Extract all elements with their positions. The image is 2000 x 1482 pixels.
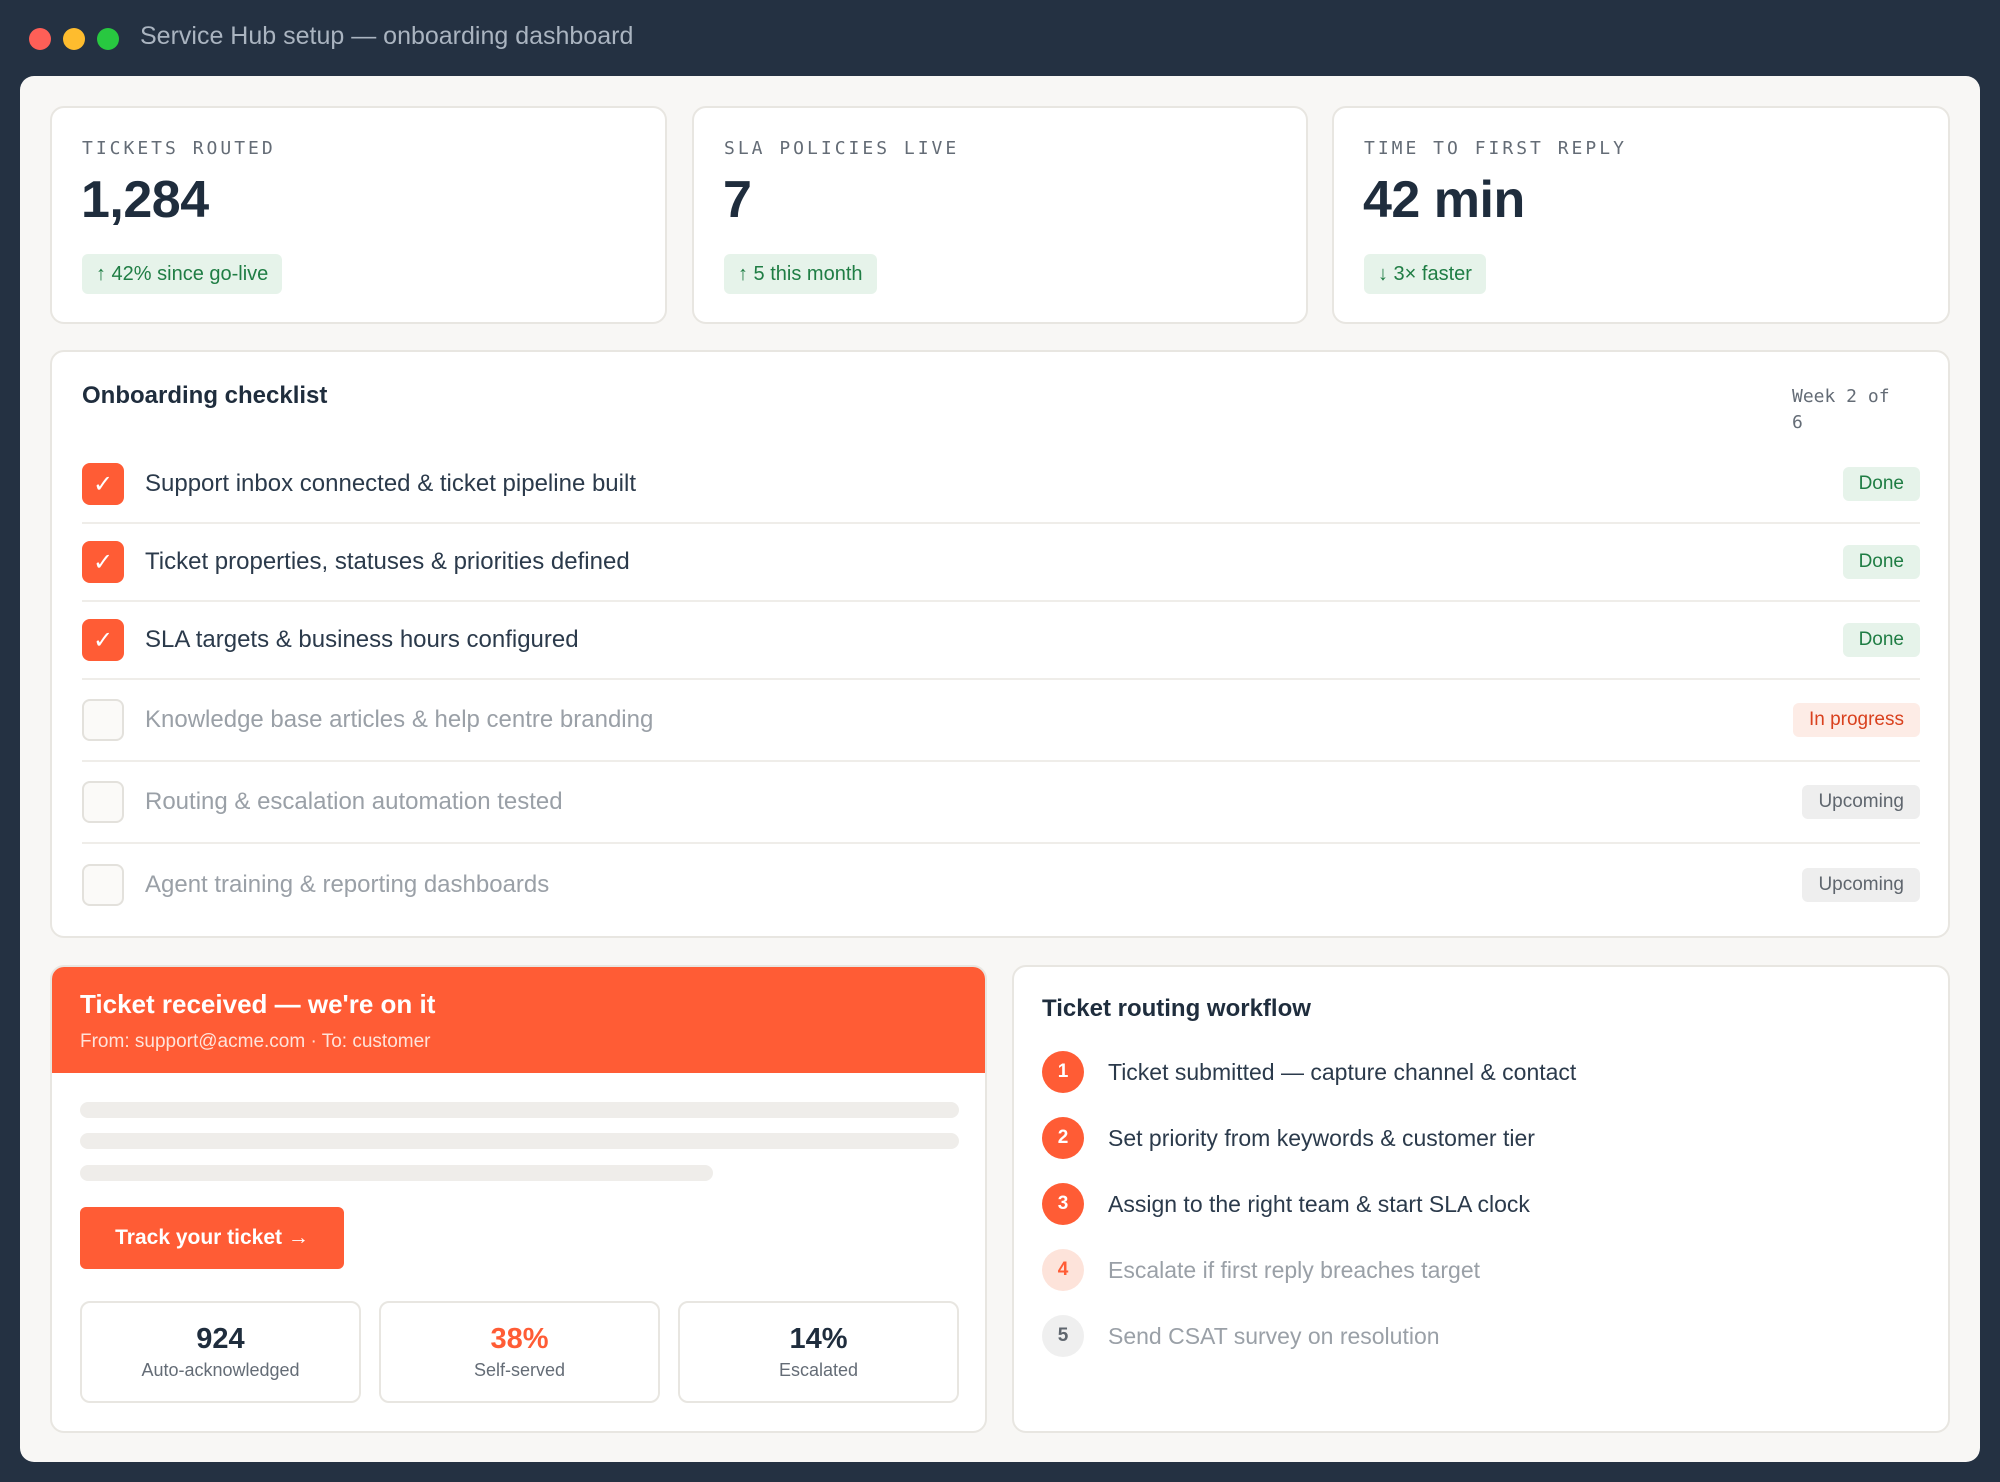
- checkbox-unchecked[interactable]: [82, 864, 124, 906]
- email-subject: Ticket received — we're on it: [80, 989, 436, 1019]
- window-title: Service Hub setup — onboarding dashboard: [140, 22, 634, 50]
- stat-delta-badge: ↑ 42% since go-live: [82, 254, 283, 294]
- step-label: Assign to the right team & start SLA clo…: [1108, 1190, 1530, 1217]
- week-indicator: Week 2 of 6: [1792, 386, 1890, 433]
- stat-delta-badge: ↓ 3× faster: [1364, 254, 1486, 294]
- stat-label: TICKETS ROUTED: [82, 138, 276, 159]
- metric-label: Auto-acknowledged: [141, 1360, 300, 1380]
- checklist-item[interactable]: ✓ Ticket properties, statuses & prioriti…: [82, 524, 1920, 602]
- checklist-item-label: Agent training & reporting dashboards: [145, 871, 550, 898]
- email-from-line: From: support@acme.com · To: customer: [80, 1031, 431, 1052]
- checkbox-unchecked[interactable]: [82, 781, 124, 823]
- stat-delta-badge: ↑ 5 this month: [724, 254, 877, 294]
- step-label: Set priority from keywords & customer ti…: [1108, 1124, 1535, 1151]
- metric-auto-acknowledged: 924 Auto-acknowledged: [80, 1301, 361, 1403]
- checklist-item[interactable]: Routing & escalation automation tested U…: [82, 762, 1920, 844]
- metric-escalated: 14% Escalated: [678, 1301, 959, 1403]
- routing-workflow-card: Ticket routing workflow 1 Ticket submitt…: [1012, 965, 1950, 1433]
- checklist-item-label: Support inbox connected & ticket pipelin…: [145, 470, 636, 497]
- metric-label: Self-served: [473, 1360, 566, 1380]
- title-bar: Service Hub setup — onboarding dashboard: [0, 0, 2000, 76]
- email-header: Ticket received — we're on it From: supp…: [52, 967, 985, 1073]
- checklist-title: Onboarding checklist: [82, 382, 328, 409]
- stat-value: 1,284: [81, 171, 209, 229]
- step-number: 1: [1042, 1051, 1084, 1093]
- step-label: Ticket submitted — capture channel & con…: [1108, 1058, 1577, 1085]
- stat-value: 7: [723, 171, 752, 229]
- checklist-item-label: Ticket properties, statuses & priorities…: [145, 548, 630, 575]
- metric-value: 38%: [490, 1323, 549, 1355]
- checklist-item[interactable]: Knowledge base articles & help centre br…: [82, 680, 1920, 762]
- status-badge-done: Done: [1842, 467, 1920, 501]
- step-label: Send CSAT survey on resolution: [1108, 1322, 1440, 1349]
- skeleton-line: [80, 1102, 959, 1118]
- minimize-window-button[interactable]: [63, 28, 85, 50]
- stat-card-tickets-routed: TICKETS ROUTED 1,284 ↑ 42% since go-live: [50, 106, 667, 324]
- metric-self-served: 38% Self-served: [379, 1301, 660, 1403]
- step-label: Escalate if first reply breaches target: [1108, 1256, 1480, 1283]
- step-number: 3: [1042, 1183, 1084, 1225]
- step-number: 5: [1042, 1315, 1084, 1357]
- track-ticket-button[interactable]: Track your ticket →: [80, 1207, 344, 1269]
- metric-value: 14%: [789, 1323, 848, 1355]
- email-preview-card: Ticket received — we're on it From: supp…: [50, 965, 987, 1433]
- checkbox-checked[interactable]: ✓: [82, 541, 124, 583]
- stat-card-first-reply: TIME TO FIRST REPLY 42 min ↓ 3× faster: [1332, 106, 1950, 324]
- checkbox-checked[interactable]: ✓: [82, 619, 124, 661]
- skeleton-line: [80, 1133, 959, 1149]
- onboarding-checklist: Onboarding checklist Week 2 of 6 ✓ Suppo…: [50, 350, 1950, 938]
- checklist-item[interactable]: ✓ SLA targets & business hours configure…: [82, 602, 1920, 680]
- checklist-item-label: Routing & escalation automation tested: [145, 788, 563, 815]
- metric-label: Escalated: [778, 1360, 859, 1380]
- status-badge-upcoming: Upcoming: [1802, 868, 1920, 902]
- workflow-step: 2 Set priority from keywords & customer …: [1042, 1117, 1535, 1159]
- stat-label: SLA POLICIES LIVE: [724, 138, 960, 159]
- maximize-window-button[interactable]: [97, 28, 119, 50]
- workflow-title: Ticket routing workflow: [1042, 995, 1311, 1022]
- skeleton-line: [80, 1165, 713, 1181]
- stat-value: 42 min: [1363, 171, 1525, 229]
- workflow-step: 5 Send CSAT survey on resolution: [1042, 1315, 1440, 1357]
- workflow-step: 1 Ticket submitted — capture channel & c…: [1042, 1051, 1576, 1093]
- dashboard-window: TICKETS ROUTED 1,284 ↑ 42% since go-live…: [20, 76, 1980, 1462]
- checklist-item[interactable]: Agent training & reporting dashboards Up…: [82, 844, 1920, 926]
- checklist-item[interactable]: ✓ Support inbox connected & ticket pipel…: [82, 446, 1920, 524]
- status-badge-upcoming: Upcoming: [1802, 785, 1920, 819]
- stat-label: TIME TO FIRST REPLY: [1364, 138, 1627, 159]
- close-window-button[interactable]: [29, 28, 51, 50]
- workflow-step: 4 Escalate if first reply breaches targe…: [1042, 1249, 1480, 1291]
- metric-value: 924: [196, 1323, 245, 1355]
- step-number: 2: [1042, 1117, 1084, 1159]
- workflow-step: 3 Assign to the right team & start SLA c…: [1042, 1183, 1530, 1225]
- status-badge-in-progress: In progress: [1792, 703, 1920, 737]
- stat-card-sla-policies: SLA POLICIES LIVE 7 ↑ 5 this month: [692, 106, 1308, 324]
- status-badge-done: Done: [1842, 623, 1920, 657]
- checklist-item-label: SLA targets & business hours configured: [145, 626, 579, 653]
- checkbox-unchecked[interactable]: [82, 699, 124, 741]
- checklist-item-label: Knowledge base articles & help centre br…: [145, 706, 654, 733]
- checkbox-checked[interactable]: ✓: [82, 463, 124, 505]
- step-number: 4: [1042, 1249, 1084, 1291]
- status-badge-done: Done: [1842, 545, 1920, 579]
